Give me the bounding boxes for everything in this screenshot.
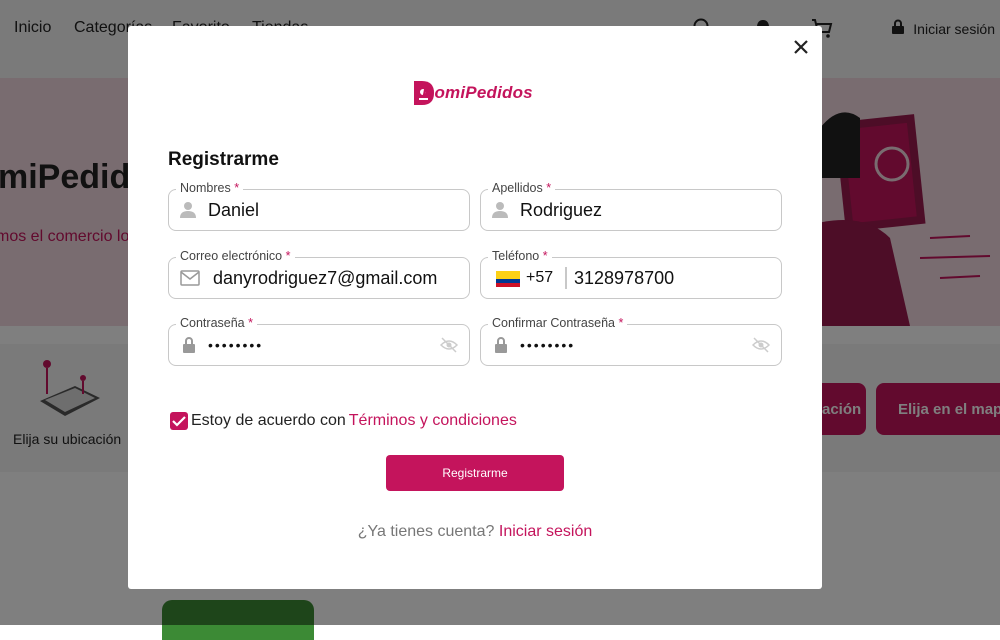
terms-text: Estoy de acuerdo con xyxy=(191,412,346,429)
phone-label: Teléfono * xyxy=(488,249,552,263)
nombres-field[interactable]: Nombres * Daniel xyxy=(168,181,470,231)
register-button[interactable]: Registrarme xyxy=(386,455,564,491)
password-field[interactable]: Contraseña * •••••••• xyxy=(168,316,470,366)
dial-separator xyxy=(565,267,567,289)
form-title: Registrarme xyxy=(168,149,279,170)
login-link[interactable]: Iniciar sesión xyxy=(499,523,592,540)
email-value: danyrodriguez7@gmail.com xyxy=(213,268,438,288)
password-value: •••••••• xyxy=(208,337,264,353)
eye-off-icon[interactable] xyxy=(751,337,771,358)
email-label: Correo electrónico * xyxy=(176,249,295,263)
login-prompt-row: ¿Ya tienes cuenta? Iniciar sesión xyxy=(128,523,822,541)
colombia-flag-icon[interactable] xyxy=(496,271,520,287)
check-icon xyxy=(172,416,186,427)
register-modal: DomiPedidos Registrarme Nombres * Daniel… xyxy=(128,26,822,589)
dial-code[interactable]: +57 xyxy=(526,269,553,287)
confirm-password-label: Confirmar Contraseña * xyxy=(488,316,628,330)
person-icon xyxy=(492,201,508,224)
terms-link[interactable]: Términos y condiciones xyxy=(349,412,517,430)
terms-row: Estoy de acuerdo con Términos y condicio… xyxy=(170,412,517,430)
confirm-password-field[interactable]: Confirmar Contraseña * •••••••• xyxy=(480,316,782,366)
phone-field[interactable]: Teléfono * +57 3128978700 xyxy=(480,249,782,299)
apellidos-field[interactable]: Apellidos * Rodriguez xyxy=(480,181,782,231)
domipedidos-logo: DomiPedidos xyxy=(412,79,533,107)
terms-checkbox[interactable] xyxy=(170,412,188,430)
apellidos-value: Rodriguez xyxy=(520,200,603,220)
apellidos-label: Apellidos * xyxy=(488,181,556,195)
nombres-label: Nombres * xyxy=(176,181,244,195)
close-icon[interactable] xyxy=(790,36,812,58)
phone-value: 3128978700 xyxy=(574,268,675,288)
mail-icon xyxy=(180,270,200,291)
lock-icon xyxy=(494,336,508,359)
nombres-value: Daniel xyxy=(208,200,260,220)
lock-icon xyxy=(182,336,196,359)
password-label: Contraseña * xyxy=(176,316,257,330)
login-prompt: ¿Ya tienes cuenta? xyxy=(357,523,495,540)
eye-off-icon[interactable] xyxy=(439,337,459,358)
logo-text: DomiPedidos xyxy=(422,83,533,102)
person-icon xyxy=(180,201,196,224)
confirm-password-value: •••••••• xyxy=(520,337,576,353)
email-field[interactable]: Correo electrónico * danyrodriguez7@gmai… xyxy=(168,249,470,299)
